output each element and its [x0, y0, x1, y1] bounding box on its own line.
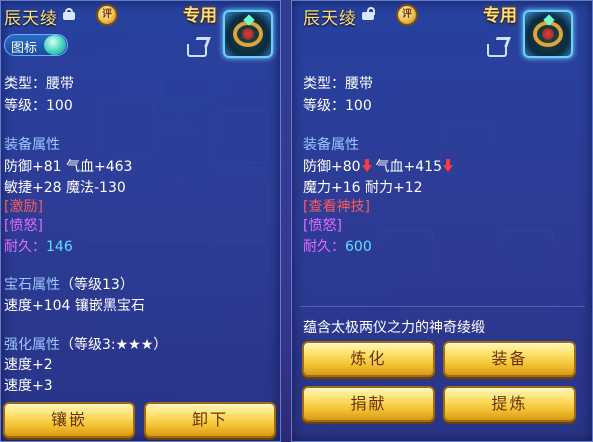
- stats-line-1: 防御+81 气血+463: [4, 159, 133, 175]
- durability-value: 600: [345, 239, 372, 255]
- view-divine-skill-link[interactable]: [查看神技]: [303, 196, 370, 216]
- gem-level: （等级13）: [60, 277, 134, 293]
- unlock-icon[interactable]: [362, 7, 375, 20]
- durability: 耐久：600: [303, 236, 372, 256]
- medal-icon: 评: [396, 4, 418, 26]
- stats-line-2: 敏捷+28 魔法-130: [4, 180, 126, 196]
- effect-inspire[interactable]: [激励]: [4, 196, 43, 216]
- lock-icon[interactable]: [63, 8, 75, 20]
- item-name: 辰天绫: [303, 9, 357, 29]
- durability: 耐久：146: [4, 236, 73, 256]
- equip-attr-title: 装备属性: [303, 137, 359, 153]
- share-icon[interactable]: [487, 37, 511, 57]
- refine-button[interactable]: 炼化: [302, 341, 435, 377]
- durability-label: 耐久：: [4, 239, 46, 255]
- gem-attr: 宝石属性（等级13）: [4, 274, 134, 294]
- stat-defense: 防御+80: [303, 159, 361, 175]
- down-arrow-icon: [361, 159, 372, 173]
- toggle-knob: [44, 35, 66, 55]
- gem-attr-title: 宝石属性: [4, 277, 60, 293]
- effect-anger[interactable]: [愤怒]: [4, 215, 43, 235]
- effect-anger[interactable]: [愤怒]: [303, 215, 342, 235]
- belt-item-icon: [523, 10, 573, 58]
- gem-line: 速度+104 镶嵌黑宝石: [4, 298, 145, 314]
- icon-toggle[interactable]: 图标: [4, 34, 68, 56]
- extract-button[interactable]: 提炼: [443, 386, 576, 422]
- item-level: 等级：100: [303, 98, 372, 114]
- equipped-item-panel: 辰天绫 评 专用 图标 类型：腰带 等级：100 装备属性 防御+81 气血+4…: [0, 0, 281, 442]
- share-icon[interactable]: [187, 37, 211, 57]
- compare-item-panel: 辰天绫 评 专用 类型：腰带 等级：100 装备属性 防御+80 气血+415 魔…: [291, 0, 593, 442]
- icon-toggle-label: 图标: [11, 41, 38, 56]
- divider: [300, 306, 585, 307]
- strengthen-level: （等级3:★★★）: [60, 337, 168, 353]
- stats-line-1: 防御+80 气血+415: [303, 156, 457, 176]
- strengthen-line-1: 速度+2: [4, 357, 53, 373]
- stats-line-2: 魔力+16 耐力+12: [303, 180, 423, 196]
- strengthen-title: 强化属性: [4, 337, 60, 353]
- item-type: 类型：腰带: [4, 76, 74, 92]
- inlay-button[interactable]: 镶嵌: [3, 402, 135, 438]
- equip-attr-title: 装备属性: [4, 137, 60, 153]
- belt-item-icon: [223, 10, 273, 58]
- durability-value: 146: [46, 239, 73, 255]
- strengthen-attr: 强化属性（等级3:★★★）: [4, 334, 167, 354]
- item-type: 类型：腰带: [303, 76, 373, 92]
- down-arrow-icon: [443, 159, 453, 173]
- stat-hp: 气血+415: [375, 159, 442, 175]
- durability-label: 耐久：: [303, 239, 345, 255]
- item-level: 等级：100: [4, 98, 73, 114]
- unequip-button[interactable]: 卸下: [144, 402, 276, 438]
- donate-button[interactable]: 捐献: [302, 386, 435, 422]
- item-description: 蕴含太极两仪之力的神奇绫缎: [303, 320, 485, 336]
- medal-icon: 评: [96, 4, 118, 26]
- item-name: 辰天绫: [4, 9, 58, 29]
- strengthen-line-2: 速度+3: [4, 378, 53, 394]
- exclusive-label: 专用: [183, 6, 217, 26]
- equip-button[interactable]: 装备: [443, 341, 576, 377]
- exclusive-label: 专用: [483, 6, 517, 26]
